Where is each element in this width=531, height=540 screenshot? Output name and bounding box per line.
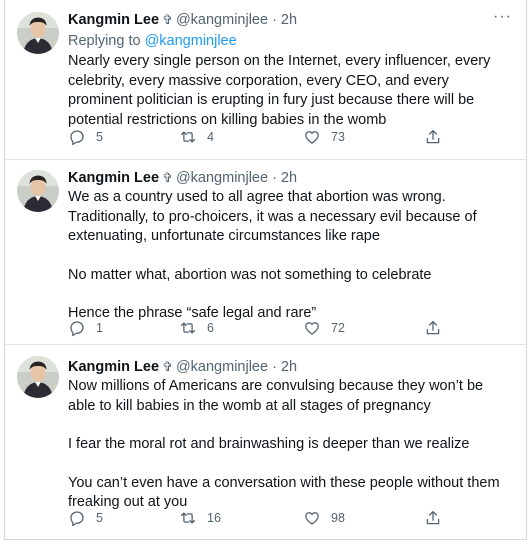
share-icon — [426, 510, 440, 525]
replying-to-handle[interactable]: @kangminjlee — [145, 33, 237, 49]
like-count: 73 — [331, 130, 345, 144]
cross-badge-icon: ✞ — [162, 12, 173, 27]
retweet-button[interactable]: 4 — [179, 128, 214, 146]
tweet[interactable]: Kangmin Lee ✞ @kangminjlee · 2h ··· Repl… — [5, 0, 526, 160]
timestamp[interactable]: 2h — [281, 357, 297, 377]
cross-badge-icon: ✞ — [162, 170, 173, 185]
reply-count: 5 — [96, 511, 103, 525]
retweet-count: 6 — [207, 321, 214, 335]
tweet-paragraph: I fear the moral rot and brainwashing is… — [68, 436, 470, 452]
tweet-text: Nearly every single person on the Intern… — [68, 52, 512, 130]
like-count: 72 — [331, 321, 345, 335]
retweet-icon — [180, 322, 196, 334]
tweet-text: Now millions of Americans are convulsing… — [68, 377, 512, 513]
author-handle[interactable]: @kangminjlee — [176, 357, 268, 377]
retweet-button[interactable]: 16 — [179, 509, 221, 527]
tweet-paragraph: We as a country used to all agree that a… — [68, 189, 477, 244]
reply-button[interactable]: 1 — [68, 319, 103, 337]
tweet-actions: 1 6 72 — [68, 319, 488, 339]
like-icon — [305, 131, 319, 144]
tweet[interactable]: Kangmin Lee ✞ @kangminjlee · 2h Now mill… — [5, 345, 526, 539]
timestamp[interactable]: 2h — [281, 168, 297, 188]
reply-count: 1 — [96, 321, 103, 335]
more-icon[interactable]: ··· — [493, 9, 512, 25]
avatar[interactable] — [17, 12, 59, 54]
separator-dot: · — [272, 12, 277, 28]
tweet[interactable]: Kangmin Lee ✞ @kangminjlee · 2h We as a … — [5, 160, 526, 345]
separator-dot: · — [272, 170, 277, 186]
tweet-text: We as a country used to all agree that a… — [68, 188, 512, 324]
like-button[interactable]: 72 — [303, 319, 345, 337]
author-name[interactable]: Kangmin Lee — [68, 10, 159, 30]
share-button[interactable] — [424, 509, 442, 527]
like-button[interactable]: 98 — [303, 509, 345, 527]
tweet-paragraph: You can’t even have a conversation with … — [68, 474, 500, 511]
separator-dot: · — [272, 359, 277, 375]
retweet-icon — [180, 512, 196, 524]
thread-container: Kangmin Lee ✞ @kangminjlee · 2h ··· Repl… — [4, 0, 527, 540]
replying-to: Replying to @kangminjlee — [68, 32, 512, 51]
like-icon — [305, 512, 319, 525]
reply-button[interactable]: 5 — [68, 509, 103, 527]
tweet-header: Kangmin Lee ✞ @kangminjlee · 2h — [68, 357, 512, 377]
retweet-count: 4 — [207, 130, 214, 144]
like-count: 98 — [331, 511, 345, 525]
reply-count: 5 — [96, 130, 103, 144]
like-button[interactable]: 73 — [303, 128, 345, 146]
avatar[interactable] — [17, 356, 59, 398]
reply-icon — [70, 511, 84, 527]
tweet-actions: 5 4 73 — [68, 128, 488, 148]
tweet-actions: 5 16 98 — [68, 509, 488, 529]
share-button[interactable] — [424, 128, 442, 146]
cross-badge-icon: ✞ — [162, 359, 173, 374]
timestamp[interactable]: 2h — [281, 10, 297, 30]
share-button[interactable] — [424, 319, 442, 337]
tweet-paragraph: No matter what, abortion was not somethi… — [68, 266, 432, 283]
tweet-header: Kangmin Lee ✞ @kangminjlee · 2h — [68, 10, 512, 30]
tweet-paragraph: Now millions of Americans are convulsing… — [68, 378, 484, 414]
author-name[interactable]: Kangmin Lee — [68, 357, 159, 377]
retweet-button[interactable]: 6 — [179, 319, 214, 337]
share-icon — [426, 129, 440, 144]
replying-to-label: Replying to — [68, 33, 141, 49]
retweet-icon — [180, 131, 196, 143]
author-name[interactable]: Kangmin Lee — [68, 168, 159, 188]
reply-button[interactable]: 5 — [68, 128, 103, 146]
author-handle[interactable]: @kangminjlee — [176, 168, 268, 188]
reply-icon — [70, 321, 84, 337]
like-icon — [305, 322, 319, 335]
tweet-header: Kangmin Lee ✞ @kangminjlee · 2h — [68, 168, 512, 188]
reply-icon — [70, 130, 84, 146]
tweet-paragraph: Nearly every single person on the Intern… — [68, 53, 491, 128]
retweet-count: 16 — [207, 511, 221, 525]
share-icon — [426, 320, 440, 335]
author-handle[interactable]: @kangminjlee — [176, 10, 268, 30]
avatar[interactable] — [17, 170, 59, 212]
